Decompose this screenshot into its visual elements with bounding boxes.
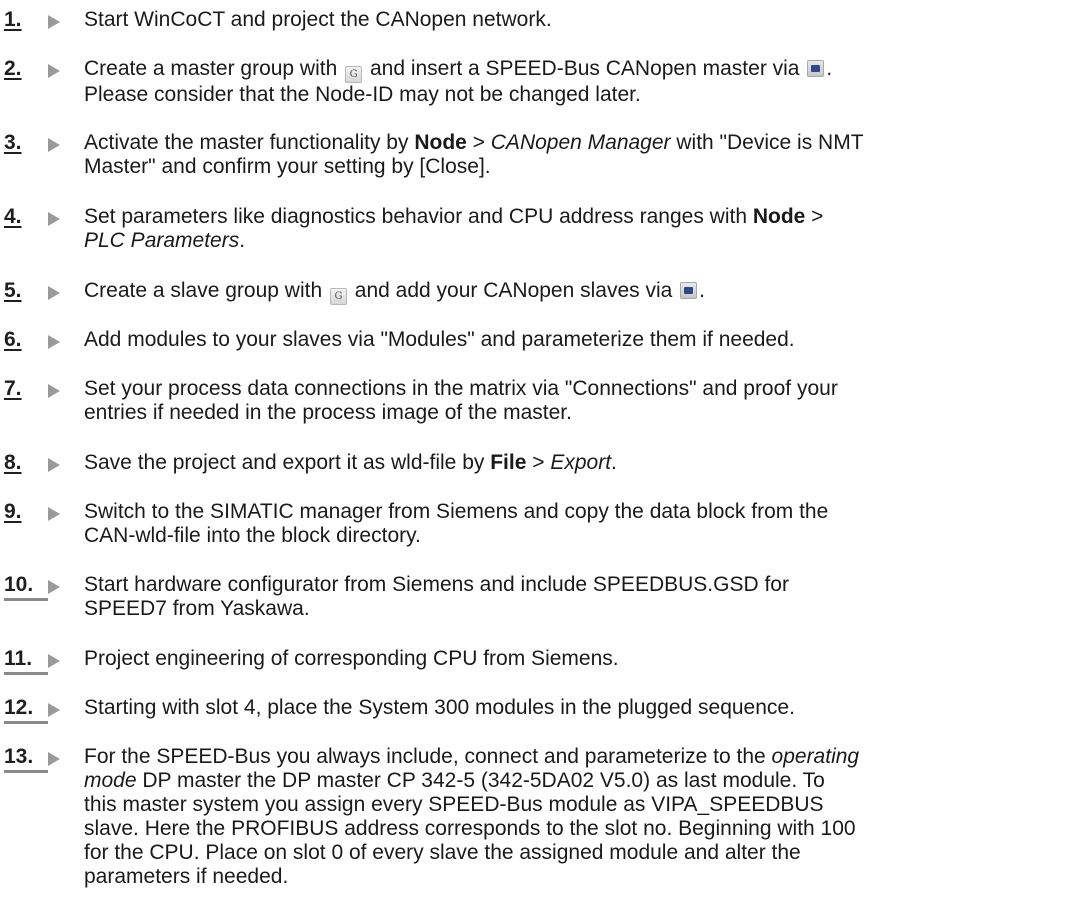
step-number: 12. [4,696,34,719]
step-number: 2. [4,57,22,80]
step-arrow-icon [48,580,60,594]
canopen-node-icon [680,282,698,299]
step-number: 5. [4,279,22,302]
step-number: 10. [4,573,34,596]
step-arrow-icon [48,703,60,717]
step-arrow-icon [48,458,60,472]
step-number: 9. [4,500,22,523]
step-arrow-icon [48,138,60,152]
step-arrow-icon [48,335,60,349]
step-number: 8. [4,451,22,474]
step-number: 11. [4,647,33,670]
step-number: 4. [4,205,22,228]
step-text: Project engineering of corresponding CPU… [84,647,619,670]
step-text: Starting with slot 4, place the System 3… [84,696,795,719]
group-icon: G [345,66,363,83]
step-arrow-icon [48,507,60,521]
step-text: Create a slave group with G and add your… [84,279,1060,305]
step-number: 6. [4,328,22,351]
step-text: Start hardware configurator from Siemens… [84,573,789,620]
step-text: Activate the master functionality by Nod… [84,131,864,178]
step-text: Save the project and export it as wld-fi… [84,451,617,474]
step-arrow-icon [48,212,60,226]
step-number-underline [4,721,48,724]
step-text: Add modules to your slaves via "Modules"… [84,328,795,351]
step-text: For the SPEED-Bus you always include, co… [84,745,860,888]
step-arrow-icon [48,286,60,300]
step-number-underline [4,672,48,675]
step-number-underline [4,770,48,773]
step-text: Create a master group with G and insert … [84,57,833,106]
step-number: 1. [4,8,22,31]
step-number: 13. [4,745,34,768]
step-text: Set parameters like diagnostics behavior… [84,205,824,252]
step-text: Start WinCoCT and project the CANopen ne… [84,8,552,31]
canopen-node-icon [807,60,825,77]
group-icon: G [329,288,347,305]
step-text: Switch to the SIMATIC manager from Sieme… [84,500,829,547]
step-arrow-icon [48,654,60,668]
step-arrow-icon [48,384,60,398]
step-arrow-icon [48,64,60,78]
step-arrow-icon [48,15,60,29]
step-arrow-icon [48,752,60,766]
step-number-underline [4,598,48,601]
step-number: 7. [4,377,22,400]
step-text: Set your process data connections in the… [84,377,838,424]
step-number: 3. [4,131,22,154]
